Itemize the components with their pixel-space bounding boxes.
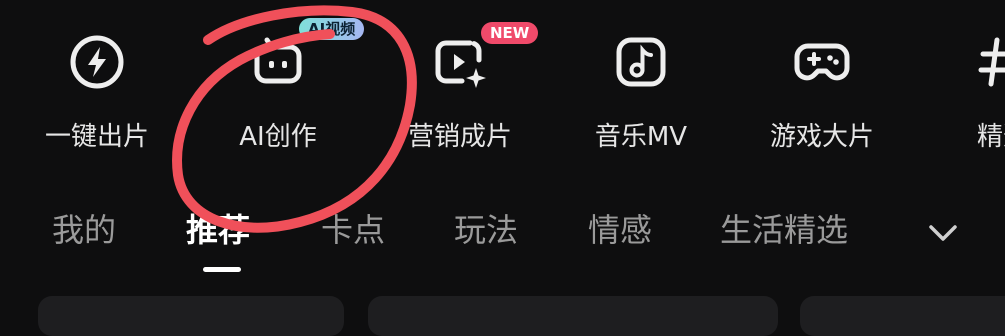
template-card[interactable] [800, 296, 1005, 336]
tab-beat-sync[interactable]: 卡点 [321, 205, 385, 251]
tab-mine[interactable]: 我的 [52, 205, 116, 251]
tool-label: 一键出片 [44, 122, 149, 152]
tool-game-video[interactable]: 游戏大片 [747, 30, 897, 160]
tab-life-picks[interactable]: 生活精选 [720, 205, 848, 251]
tool-label: 游戏大片 [769, 122, 874, 152]
tab-recommended[interactable]: 推荐 [186, 205, 250, 251]
lightning-icon [70, 35, 124, 89]
gamepad-icon [794, 43, 850, 81]
tool-featured[interactable]: 精选 [928, 30, 1005, 160]
active-tab-indicator [203, 267, 241, 272]
template-card[interactable] [368, 296, 778, 336]
tool-marketing-video[interactable]: NEW 营销成片 [385, 22, 539, 160]
tab-gameplay[interactable]: 玩法 [454, 205, 518, 251]
tool-shortcut-row: 一键出片 AI视频 AI创作 NEW 营销成片 音乐MV 游戏大片 精 [0, 0, 1005, 180]
hashtag-icon [978, 37, 1005, 87]
robot-icon [254, 37, 302, 84]
new-badge: NEW [481, 22, 539, 44]
ai-video-badge: AI视频 [299, 18, 365, 40]
tool-label: 营销成片 [407, 122, 512, 152]
template-card[interactable] [38, 296, 344, 336]
music-note-icon [616, 37, 666, 87]
tool-one-click-video[interactable]: 一键出片 [22, 30, 172, 160]
tool-music-mv[interactable]: 音乐MV [566, 30, 716, 160]
tool-label: 音乐MV [594, 122, 688, 152]
tool-ai-creation[interactable]: AI视频 AI创作 [203, 18, 365, 160]
chevron-down-icon[interactable] [923, 213, 963, 253]
tool-label: 精选 [976, 122, 1005, 152]
tab-emotion[interactable]: 情感 [588, 205, 652, 251]
category-tab-bar: 我的 推荐 卡点 玩法 情感 生活精选 [0, 195, 1005, 275]
tool-label: AI创作 [239, 122, 317, 152]
